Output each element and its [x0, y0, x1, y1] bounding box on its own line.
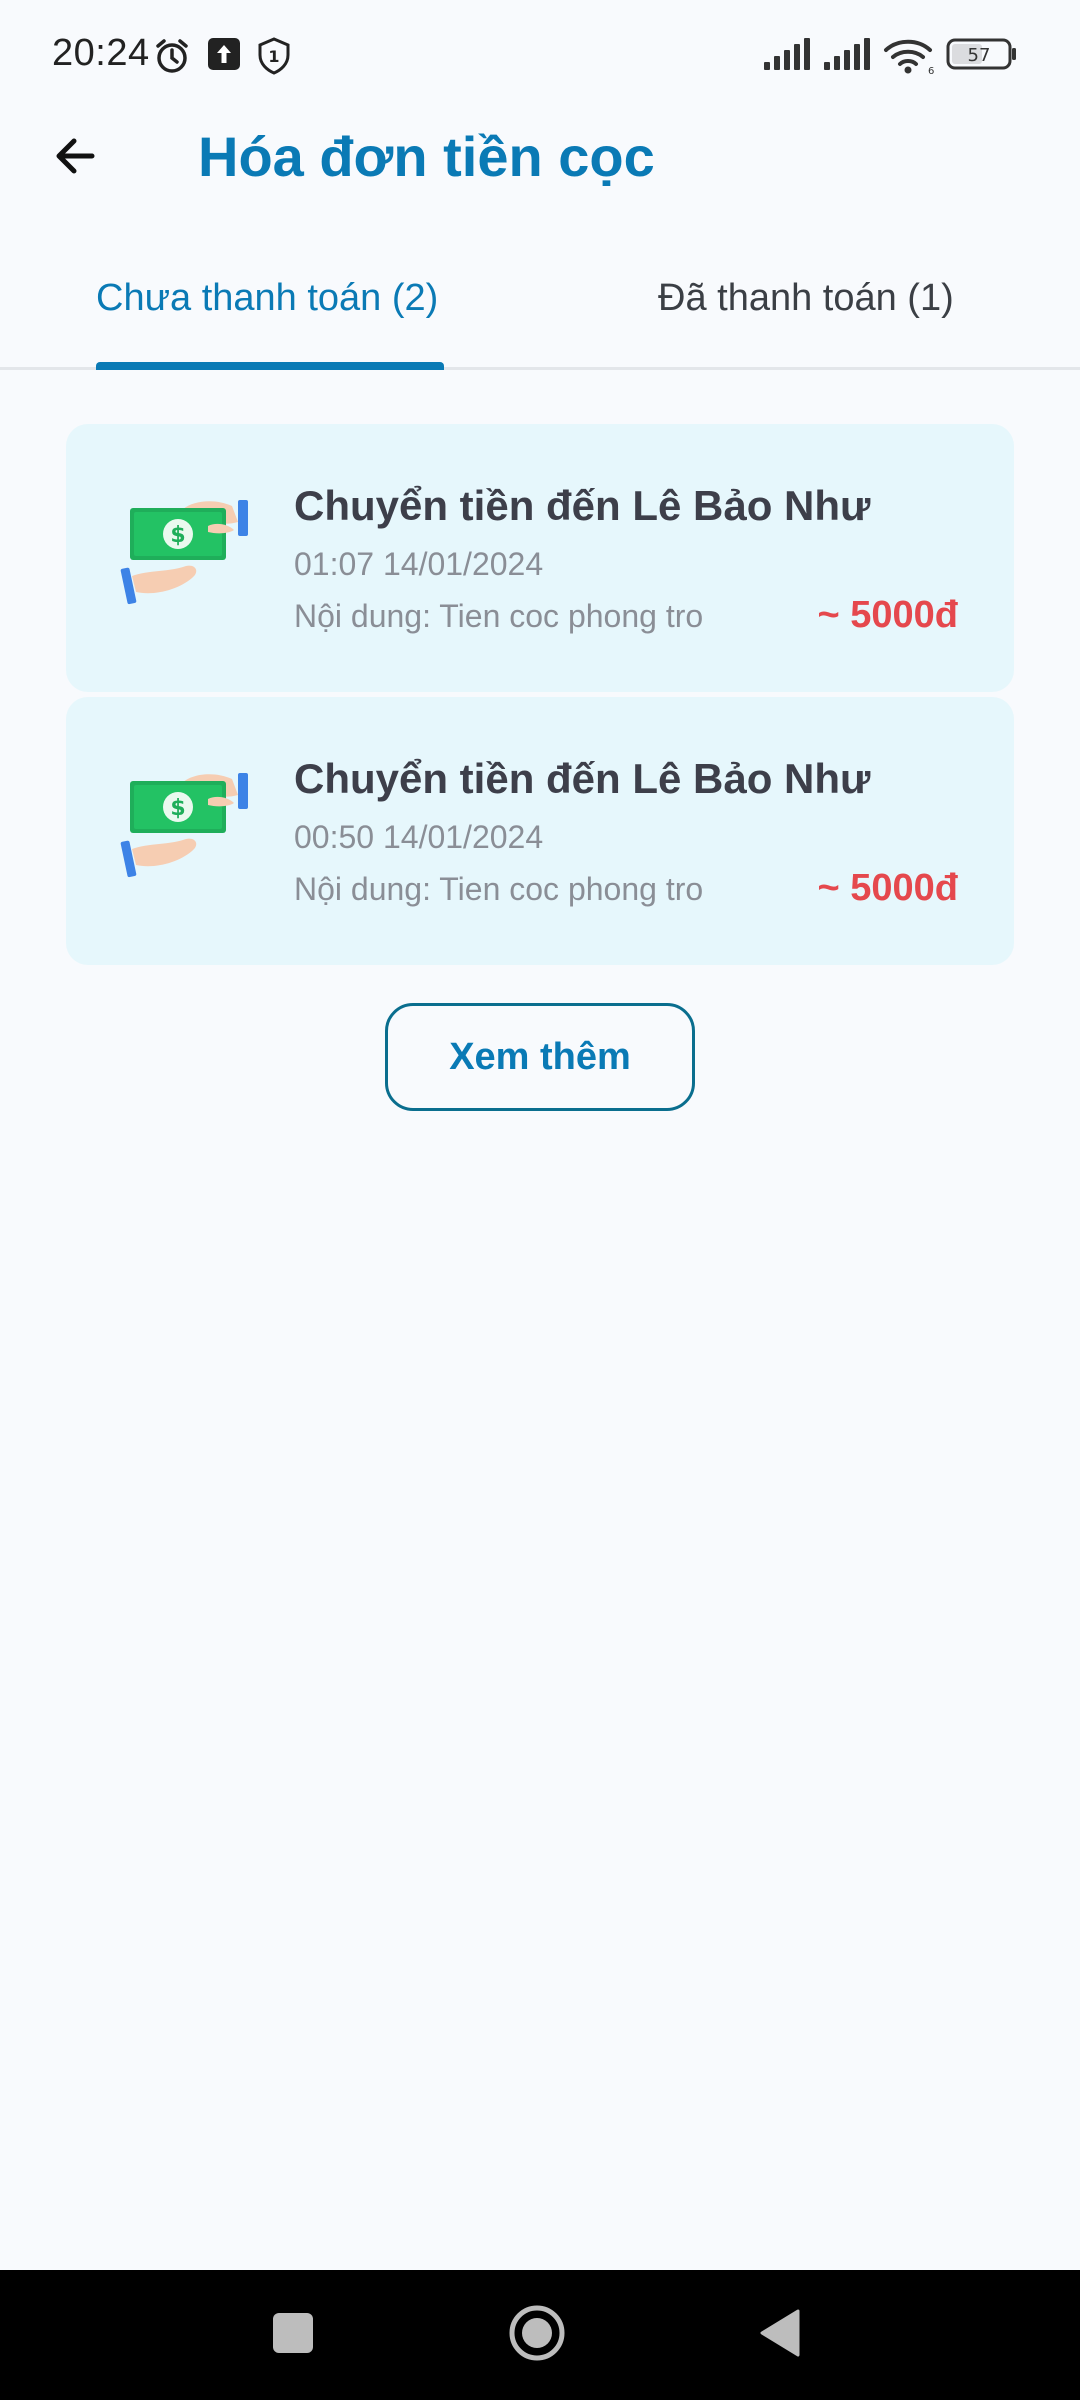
system-nav-bar: [0, 2270, 1080, 2400]
tab-indicator: [96, 362, 444, 370]
svg-text:6: 6: [928, 66, 934, 76]
tab-unpaid[interactable]: Chưa thanh toán (2): [96, 277, 438, 320]
svg-text:$: $: [170, 796, 185, 821]
svg-text:$: $: [170, 523, 185, 548]
invoice-content: Nội dung: Tien coc phong tro: [294, 871, 704, 907]
page-title: Hóa đơn tiền cọc: [198, 125, 655, 188]
invoice-amount: ~ 5000đ: [817, 867, 959, 909]
upload-icon: [208, 38, 240, 70]
invoice-title: Chuyển tiền đến Lê Bảo Như: [294, 755, 871, 802]
invoice-datetime: 01:07 14/01/2024: [294, 546, 544, 582]
tab-paid[interactable]: Đã thanh toán (1): [658, 277, 954, 320]
invoice-card[interactable]: $ Chuyển tiền đến Lê Bảo Như 00:50 14/01…: [66, 697, 1014, 965]
back-arrow-icon[interactable]: [44, 124, 108, 188]
battery-icon: 57: [946, 38, 1016, 70]
signal-icon-2: [824, 38, 870, 70]
tab-bar: Chưa thanh toán (2) Đã thanh toán (1): [0, 255, 1080, 370]
page: 20:24 1 6 57 Hóa đơn tiền cọc Chưa thanh…: [0, 0, 1080, 2400]
invoice-content: Nội dung: Tien coc phong tro: [294, 598, 704, 634]
circle-home-icon[interactable]: [508, 2304, 566, 2362]
status-bar: 20:24 1 6 57: [0, 0, 1080, 110]
invoice-amount: ~ 5000đ: [817, 594, 959, 636]
wifi-icon: 6: [884, 39, 934, 76]
signal-icon: [764, 38, 810, 70]
battery-level: 57: [968, 45, 991, 66]
status-time: 20:24: [52, 32, 150, 74]
triangle-back-icon[interactable]: [758, 2308, 802, 2358]
svg-text:1: 1: [268, 47, 279, 66]
money-transfer-icon: $: [120, 500, 248, 605]
money-transfer-icon: $: [120, 773, 248, 878]
shield-icon: 1: [258, 37, 290, 75]
alarm-icon: [156, 39, 188, 73]
invoice-title: Chuyển tiền đến Lê Bảo Như: [294, 482, 871, 529]
invoice-card[interactable]: $ Chuyển tiền đến Lê Bảo Như 01:07 14/01…: [66, 424, 1014, 692]
see-more-button[interactable]: Xem thêm: [385, 1003, 695, 1111]
invoice-datetime: 00:50 14/01/2024: [294, 819, 544, 855]
square-icon[interactable]: [272, 2312, 314, 2354]
